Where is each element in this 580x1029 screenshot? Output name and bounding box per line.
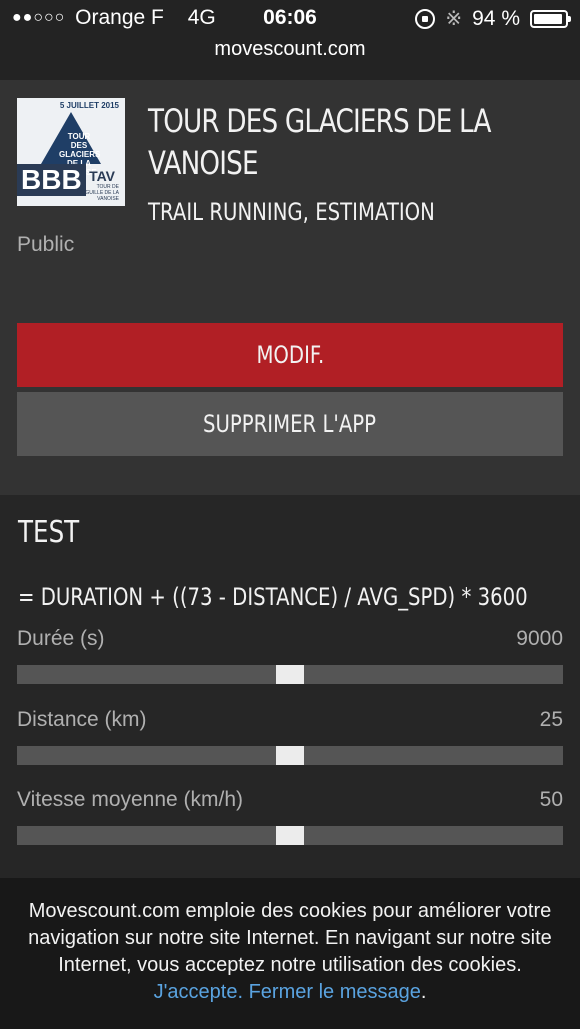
status-bar: ●●○○○ Orange F 4G 06:06 ※ 94 % movescoun… — [0, 0, 580, 80]
param-value: 50 — [539, 788, 563, 811]
cookie-banner: Movescount.com emploie des cookies pour … — [0, 878, 580, 1029]
slider-handle[interactable] — [276, 746, 304, 765]
cookie-text: Movescount.com emploie des cookies pour … — [14, 898, 566, 1006]
accept-cookies-link[interactable]: J'accepte. — [154, 981, 243, 1003]
param-value: 9000 — [516, 627, 563, 650]
param-duration: Durée (s) 9000 — [17, 627, 563, 697]
bluetooth-icon: ※ — [445, 8, 463, 30]
app-thumbnail: 5 JUILLET 2015 TOUR DES GLACIERS DE LA V… — [17, 98, 125, 206]
slider-handle[interactable] — [276, 665, 304, 684]
thumbnail-date: 5 JUILLET 2015 — [59, 101, 119, 110]
app-subtitle: TRAIL RUNNING, ESTIMATION — [148, 198, 435, 226]
cookie-message: Movescount.com emploie des cookies pour … — [28, 900, 552, 976]
param-label: Durée (s) — [17, 627, 105, 650]
avg-speed-slider[interactable] — [17, 826, 563, 845]
cookie-trailing: . — [420, 981, 427, 1003]
edit-button-label: MODIF. — [256, 341, 324, 369]
formula: = DURATION + ((73 - DISTANCE) / AVG_SPD)… — [18, 583, 528, 611]
app-header-card: 5 JUILLET 2015 TOUR DES GLACIERS DE LA V… — [0, 80, 580, 495]
param-label: Distance (km) — [17, 708, 147, 731]
edit-button[interactable]: MODIF. — [17, 323, 563, 387]
close-message-link[interactable]: Fermer le message — [249, 981, 421, 1003]
duration-slider[interactable] — [17, 665, 563, 684]
delete-app-button[interactable]: SUPPRIMER L'APP — [17, 392, 563, 456]
visibility-label: Public — [17, 233, 75, 256]
battery-percent: 94 % — [472, 6, 520, 30]
app-title: TOUR DES GLACIERS DE LA VANOISE — [148, 102, 491, 182]
thumbnail-tav: TAV — [89, 168, 115, 184]
battery-level — [534, 13, 563, 24]
address-bar-url[interactable]: movescount.com — [0, 38, 580, 61]
rotation-lock-icon — [415, 8, 436, 29]
param-label: Vitesse moyenne (km/h) — [17, 788, 244, 811]
param-value: 25 — [539, 708, 563, 731]
slider-handle[interactable] — [276, 826, 304, 845]
param-avg-speed: Vitesse moyenne (km/h) 50 — [17, 788, 563, 858]
distance-slider[interactable] — [17, 746, 563, 765]
test-title: TEST — [18, 515, 80, 550]
thumbnail-sub: TOUR DE L'AIGUILLE DE LA VANOISE — [76, 184, 119, 202]
delete-app-button-label: SUPPRIMER L'APP — [203, 410, 377, 438]
param-distance: Distance (km) 25 — [17, 708, 563, 778]
battery-icon — [530, 9, 571, 28]
